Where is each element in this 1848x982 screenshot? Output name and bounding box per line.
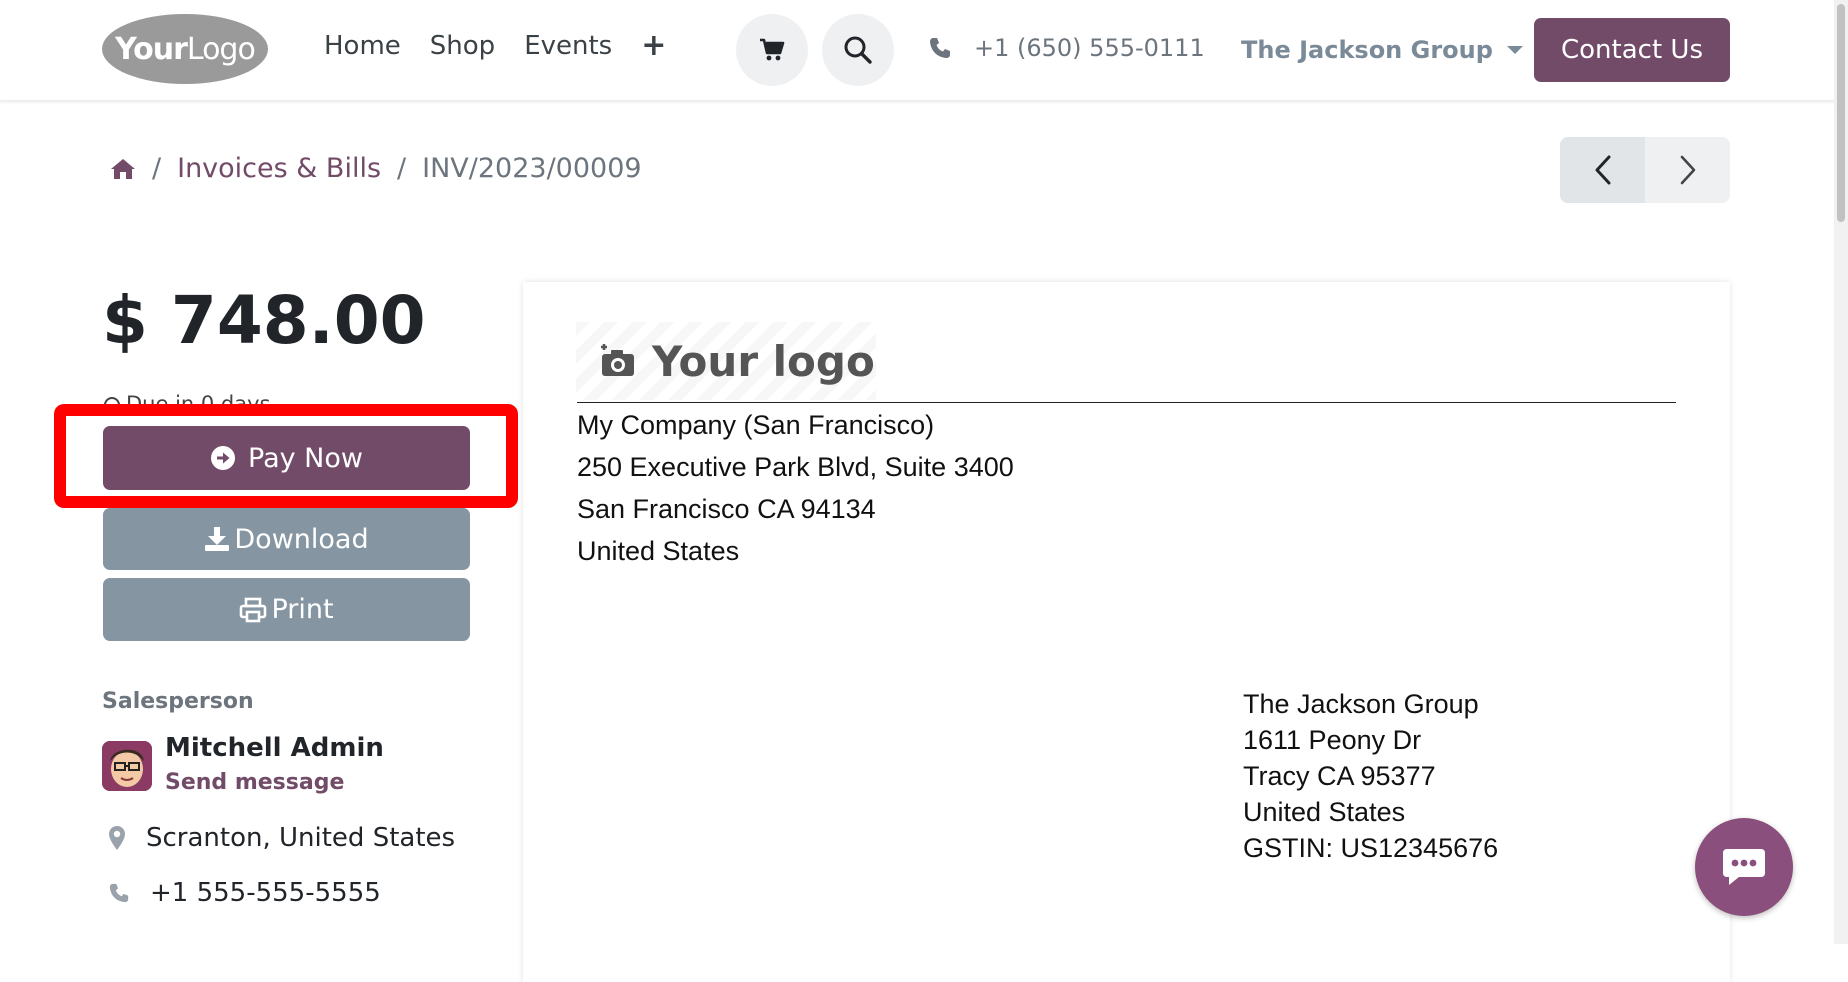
account-name: The Jackson Group: [1241, 36, 1493, 64]
breadcrumb-separator: /: [397, 153, 407, 184]
top-navbar: Your Logo Home Shop Events + +1 (650) 555…: [0, 0, 1848, 101]
live-chat-button[interactable]: [1695, 818, 1793, 916]
caret-down-icon: [1506, 46, 1523, 54]
header-divider: [577, 402, 1676, 403]
scrollbar-thumb[interactable]: [1837, 4, 1845, 222]
company-address: My Company (San Francisco) 250 Executive…: [577, 404, 1014, 572]
partner-line: Tracy CA 95377: [1243, 761, 1436, 791]
due-status: Due in 0 days: [104, 392, 271, 416]
invoice-logo-placeholder[interactable]: Your logo: [576, 322, 876, 400]
download-icon: [205, 527, 230, 551]
header-phone[interactable]: +1 (650) 555-0111: [928, 34, 1205, 62]
phone-icon: [930, 38, 950, 58]
download-label: Download: [234, 523, 369, 555]
company-line: 250 Executive Park Blvd, Suite 3400: [577, 452, 1014, 482]
partner-line: 1611 Peony Dr: [1243, 725, 1422, 755]
arrow-circle-right-icon: [211, 446, 235, 470]
search-icon: [844, 36, 872, 64]
company-line: United States: [577, 536, 740, 566]
home-icon[interactable]: [110, 158, 136, 180]
pay-now-label: Pay Now: [248, 442, 363, 474]
salesperson-label: Salesperson: [102, 689, 254, 714]
cart-button[interactable]: [736, 14, 808, 86]
company-line: My Company (San Francisco): [577, 410, 935, 440]
send-message-link[interactable]: Send message: [165, 770, 344, 795]
partner-line: GSTIN: US12345676: [1243, 833, 1499, 863]
logo-bold-text: Your: [115, 31, 188, 67]
cart-icon: [760, 38, 785, 61]
breadcrumb-invoices-link[interactable]: Invoices & Bills: [177, 153, 381, 184]
account-dropdown[interactable]: The Jackson Group: [1241, 36, 1523, 64]
contact-us-button[interactable]: Contact Us: [1534, 18, 1730, 82]
record-pager: [1560, 137, 1730, 203]
invoice-logo-text: Your logo: [652, 336, 875, 386]
nav-shop[interactable]: Shop: [430, 31, 495, 61]
phone-icon: [109, 883, 129, 903]
partner-line: United States: [1243, 797, 1406, 827]
salesperson-avatar: [102, 741, 152, 791]
nav-home[interactable]: Home: [324, 31, 401, 61]
clock-icon: [104, 397, 120, 413]
chevron-left-icon: [1595, 155, 1610, 185]
nav-more-button[interactable]: +: [641, 28, 666, 63]
partner-line: The Jackson Group: [1243, 689, 1479, 719]
salesperson-phone-text: +1 555-555-5555: [150, 878, 381, 908]
header-phone-text: +1 (650) 555-0111: [974, 34, 1205, 62]
due-text: Due in 0 days: [126, 392, 271, 416]
invoice-amount: $ 748.00: [102, 282, 426, 359]
print-button[interactable]: Print: [103, 578, 470, 641]
partner-address: The Jackson Group 1611 Peony Dr Tracy CA…: [1243, 686, 1498, 866]
salesperson-location-text: Scranton, United States: [146, 823, 456, 853]
chat-icon: [1723, 849, 1765, 885]
company-line: San Francisco CA 94134: [577, 494, 876, 524]
chevron-right-icon: [1680, 155, 1695, 185]
search-button[interactable]: [822, 14, 894, 86]
download-button[interactable]: Download: [103, 508, 470, 570]
salesperson-name: Mitchell Admin: [165, 733, 384, 763]
nav-events[interactable]: Events: [524, 31, 612, 61]
breadcrumb: / Invoices & Bills / INV/2023/00009: [110, 153, 642, 184]
breadcrumb-separator: /: [152, 153, 162, 184]
map-marker-icon: [109, 826, 125, 850]
next-button[interactable]: [1645, 137, 1730, 203]
salesperson-phone: +1 555-555-5555: [108, 878, 381, 908]
camera-plus-icon: [601, 344, 634, 376]
salesperson-location: Scranton, United States: [108, 823, 455, 853]
previous-button[interactable]: [1560, 137, 1645, 203]
print-icon: [240, 597, 267, 622]
page-scrollbar[interactable]: [1834, 0, 1848, 944]
main-nav: Home Shop Events +: [324, 28, 695, 63]
site-logo[interactable]: Your Logo: [102, 14, 268, 84]
print-label: Print: [271, 594, 334, 625]
invoice-preview: Your logo My Company (San Francisco) 250…: [523, 282, 1730, 982]
breadcrumb-current: INV/2023/00009: [422, 153, 642, 184]
pay-now-button[interactable]: Pay Now: [103, 426, 470, 490]
logo-light-text: Logo: [186, 31, 256, 67]
